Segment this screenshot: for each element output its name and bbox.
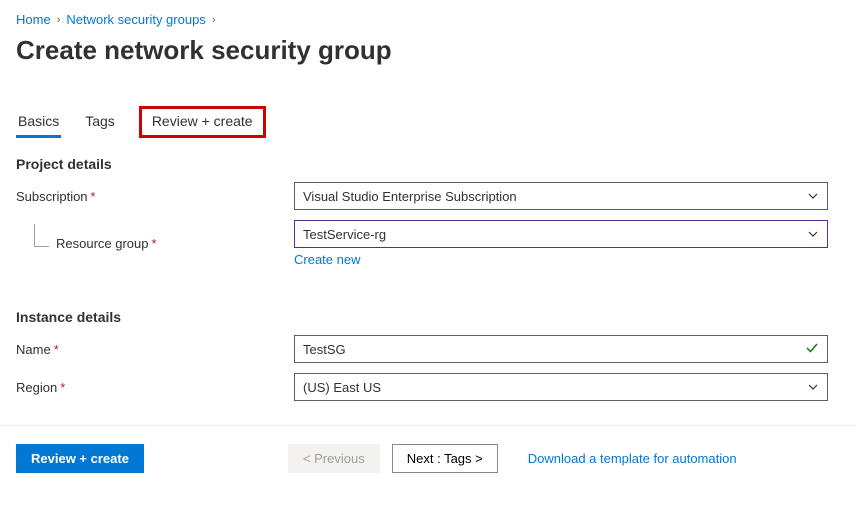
chevron-down-icon: [807, 228, 819, 240]
breadcrumb-nsg[interactable]: Network security groups: [66, 12, 205, 27]
project-details-heading: Project details: [16, 156, 840, 172]
subscription-row: Subscription* Visual Studio Enterprise S…: [16, 182, 840, 210]
name-value: TestSG: [303, 342, 346, 357]
chevron-down-icon: [807, 381, 819, 393]
name-row: Name* TestSG: [16, 335, 840, 363]
region-select[interactable]: (US) East US: [294, 373, 828, 401]
required-asterisk: *: [152, 236, 157, 251]
check-icon: [805, 341, 819, 358]
review-create-button[interactable]: Review + create: [16, 444, 144, 473]
resource-group-label: Resource group*: [16, 236, 294, 251]
instance-details-heading: Instance details: [16, 309, 840, 325]
name-label: Name*: [16, 342, 294, 357]
subscription-select[interactable]: Visual Studio Enterprise Subscription: [294, 182, 828, 210]
required-asterisk: *: [54, 342, 59, 357]
chevron-right-icon: ›: [212, 14, 216, 26]
create-new-link[interactable]: Create new: [294, 252, 360, 267]
resource-group-select[interactable]: TestService-rg: [294, 220, 828, 248]
previous-button: < Previous: [288, 444, 380, 473]
chevron-down-icon: [807, 190, 819, 202]
tab-tags[interactable]: Tags: [83, 107, 117, 137]
region-row: Region* (US) East US: [16, 373, 840, 401]
subscription-label: Subscription*: [16, 189, 294, 204]
tab-basics[interactable]: Basics: [16, 107, 61, 137]
chevron-right-icon: ›: [57, 14, 61, 26]
name-input[interactable]: TestSG: [294, 335, 828, 363]
next-button[interactable]: Next : Tags >: [392, 444, 498, 473]
tab-review-create[interactable]: Review + create: [139, 106, 266, 138]
footer-bar: Review + create < Previous Next : Tags >…: [16, 426, 840, 491]
region-value: (US) East US: [303, 380, 381, 395]
download-template-link[interactable]: Download a template for automation: [528, 451, 737, 466]
subscription-value: Visual Studio Enterprise Subscription: [303, 189, 517, 204]
required-asterisk: *: [91, 189, 96, 204]
region-label: Region*: [16, 380, 294, 395]
resource-group-value: TestService-rg: [303, 227, 386, 242]
page-title: Create network security group: [16, 35, 840, 66]
tab-bar: Basics Tags Review + create: [16, 106, 840, 138]
required-asterisk: *: [60, 380, 65, 395]
breadcrumb: Home › Network security groups ›: [16, 12, 840, 27]
breadcrumb-home[interactable]: Home: [16, 12, 51, 27]
resource-group-row: Resource group* TestService-rg Create ne…: [16, 220, 840, 267]
